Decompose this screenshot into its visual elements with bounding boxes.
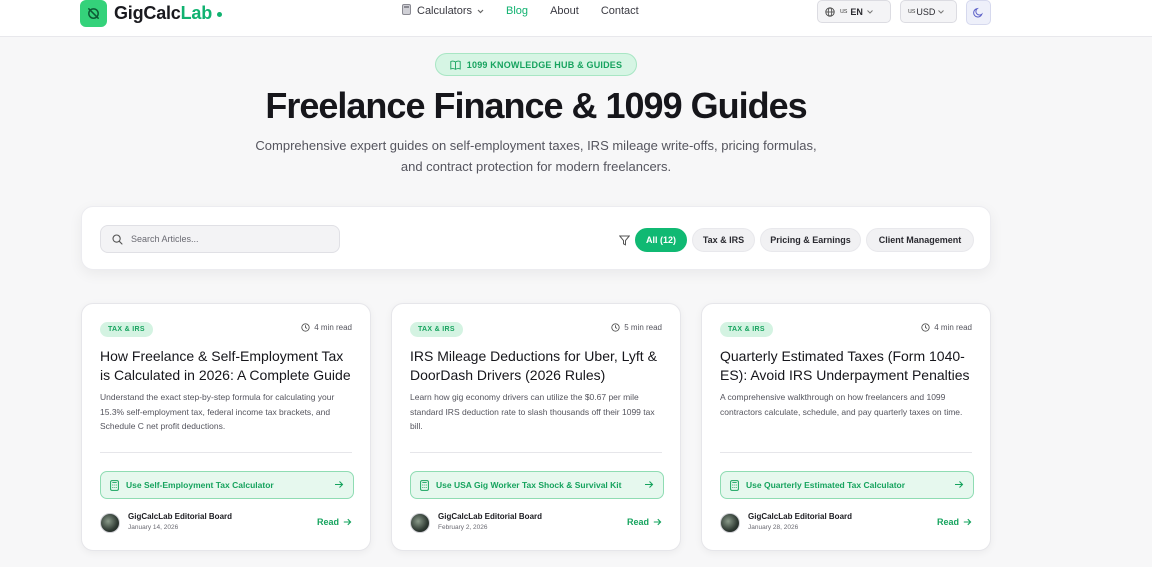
page-subtitle: Comprehensive expert guides on self-empl…: [255, 138, 817, 174]
author-avatar: [720, 512, 740, 533]
arrow-right-icon: [653, 518, 662, 526]
language-code: EN: [850, 6, 863, 17]
currency-flag: us: [908, 8, 916, 15]
read-time: 5 min read: [611, 323, 662, 332]
calculator-icon: [420, 479, 429, 491]
publish-date: January 14, 2026: [128, 524, 179, 531]
author-name: GigCalcLab Editorial Board: [748, 512, 853, 521]
book-open-icon: [450, 60, 461, 70]
currency-code: USD: [916, 6, 936, 17]
calculator-icon: [110, 479, 119, 491]
article-description: A comprehensive walkthrough on how freel…: [720, 392, 963, 417]
read-time-label: 4 min read: [934, 323, 972, 332]
search-box[interactable]: [100, 225, 340, 253]
clock-icon: [921, 323, 930, 332]
nav-about-link[interactable]: About: [550, 5, 579, 17]
main-nav: Calculators Blog About Contact: [402, 4, 661, 18]
calculator-cta-label: Use Self-Employment Tax Calculator: [126, 480, 274, 490]
top-header: GigCalcLab Calculators Blog About Contac…: [0, 0, 1152, 37]
search-input[interactable]: [131, 234, 321, 244]
currency-selector[interactable]: us USD: [900, 0, 957, 23]
category-tag: TAX & IRS: [410, 322, 463, 337]
filter-chip-tax-irs[interactable]: Tax & IRS: [692, 228, 755, 252]
arrow-right-icon: [334, 480, 344, 491]
author-name: GigCalcLab Editorial Board: [438, 512, 543, 521]
clock-icon: [301, 323, 310, 332]
read-link-label: Read: [316, 517, 339, 527]
publish-date: January 28, 2026: [748, 524, 799, 531]
author-name: GigCalcLab Editorial Board: [128, 512, 233, 521]
read-link-label: Read: [936, 517, 959, 527]
read-time: 4 min read: [301, 323, 352, 332]
brand-logo[interactable]: GigCalcLab: [80, 0, 223, 27]
moon-icon: [973, 7, 984, 18]
arrow-right-icon: [644, 480, 654, 491]
article-card[interactable]: TAX & IRS 5 min read IRS Mileage Deducti…: [391, 303, 681, 551]
chevron-down-icon: [477, 5, 484, 17]
arrow-right-icon: [343, 518, 352, 526]
category-tag: TAX & IRS: [720, 322, 773, 337]
nav-calculators-label: Calculators: [417, 5, 473, 17]
read-link[interactable]: Read: [937, 517, 972, 527]
filter-icon: [618, 233, 631, 251]
brand-dot: [217, 12, 223, 17]
nav-contact-link[interactable]: Contact: [601, 5, 639, 17]
card-divider: [410, 452, 662, 453]
calculator-icon: [730, 479, 739, 491]
article-title[interactable]: IRS Mileage Deductions for Uber, Lyft & …: [410, 347, 664, 385]
globe-icon: [825, 6, 835, 17]
chevron-down-icon: [938, 9, 945, 14]
hub-badge-label: 1099 KNOWLEDGE HUB & GUIDES: [466, 59, 623, 70]
article-description: Understand the exact step-by-step formul…: [100, 392, 335, 431]
language-flag: us: [840, 8, 848, 15]
article-card[interactable]: TAX & IRS 4 min read How Freelance & Sel…: [81, 303, 371, 551]
read-time-label: 5 min read: [624, 323, 662, 332]
read-time: 4 min read: [921, 323, 972, 332]
chevron-down-icon: [867, 9, 873, 14]
calculator-cta-label: Use Quarterly Estimated Tax Calculator: [746, 480, 906, 490]
page-title: Freelance Finance & 1099 Guides: [265, 85, 807, 126]
theme-toggle-button[interactable]: [966, 0, 991, 25]
article-card[interactable]: TAX & IRS 4 min read Quarterly Estimated…: [701, 303, 991, 551]
author-avatar: [100, 512, 120, 533]
read-time-label: 4 min read: [314, 323, 352, 332]
read-link-label: Read: [626, 517, 649, 527]
language-selector[interactable]: us EN: [817, 0, 891, 23]
nav-blog-link[interactable]: Blog: [506, 5, 528, 17]
article-description: Learn how gig economy drivers can utiliz…: [410, 392, 655, 431]
publish-date: February 2, 2026: [438, 524, 488, 531]
calculator-cta-button[interactable]: Use Quarterly Estimated Tax Calculator: [720, 471, 974, 499]
knowledge-hub-badge: 1099 KNOWLEDGE HUB & GUIDES: [435, 53, 637, 76]
filter-chip-pricing-earnings[interactable]: Pricing & Earnings: [760, 228, 861, 252]
read-link[interactable]: Read: [317, 517, 352, 527]
category-tag: TAX & IRS: [100, 322, 153, 337]
clock-icon: [611, 323, 620, 332]
card-divider: [100, 452, 352, 453]
author-avatar: [410, 512, 430, 533]
arrow-right-icon: [963, 518, 972, 526]
logo-icon: [80, 0, 107, 27]
nav-calculators-dropdown[interactable]: Calculators: [402, 4, 484, 18]
calculator-cta-button[interactable]: Use Self-Employment Tax Calculator: [100, 471, 354, 499]
search-icon: [112, 233, 123, 245]
brand-name: GigCalcLab: [114, 3, 213, 23]
author-info: GigCalcLab Editorial Board January 14, 2…: [100, 512, 232, 533]
filter-chip-client-management[interactable]: Client Management: [866, 228, 974, 252]
article-title[interactable]: How Freelance & Self-Employment Tax is C…: [100, 347, 354, 385]
article-title[interactable]: Quarterly Estimated Taxes (Form 1040-ES)…: [720, 347, 974, 385]
search-filter-panel: All (12) Tax & IRS Pricing & Earnings Cl…: [81, 206, 991, 270]
read-link[interactable]: Read: [627, 517, 662, 527]
author-info: GigCalcLab Editorial Board January 28, 2…: [720, 512, 852, 533]
author-info: GigCalcLab Editorial Board February 2, 2…: [410, 512, 542, 533]
filter-chip-all[interactable]: All (12): [635, 228, 687, 252]
calculator-icon: [402, 4, 411, 18]
card-divider: [720, 452, 972, 453]
calculator-cta-button[interactable]: Use USA Gig Worker Tax Shock & Survival …: [410, 471, 664, 499]
calculator-cta-label: Use USA Gig Worker Tax Shock & Survival …: [436, 480, 622, 490]
arrow-right-icon: [954, 480, 964, 491]
